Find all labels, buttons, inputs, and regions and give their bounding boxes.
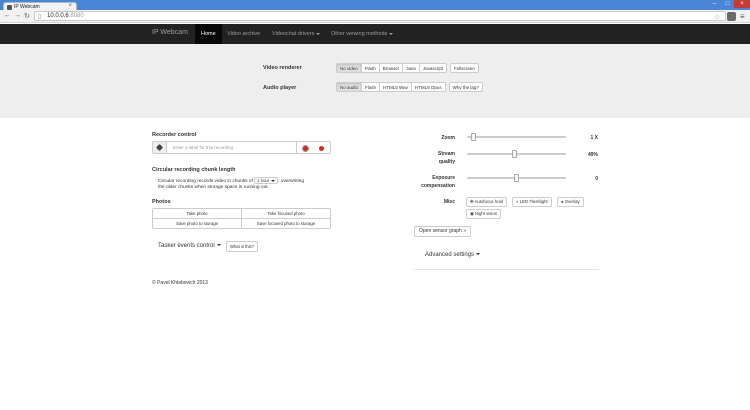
exposure-slider-handle[interactable] (514, 174, 519, 182)
recorder-control: Enter a label for this recording (152, 141, 331, 154)
exposure-label-1: Exposure (432, 175, 455, 181)
zoom-value: 1 X (590, 135, 598, 141)
renderer-panel (0, 44, 750, 118)
nav-other-viewing-methods[interactable]: Other viewing methods (331, 24, 394, 44)
tag-addon (152, 141, 167, 154)
stream-quality-slider-handle[interactable] (512, 150, 517, 158)
audio-option[interactable]: No audio (336, 82, 363, 92)
stream-quality-label-2: quality (438, 159, 455, 165)
record-button[interactable] (319, 146, 324, 151)
stream-quality-value: 49% (587, 152, 598, 158)
reload-icon[interactable]: ↻ (24, 12, 30, 20)
audio-player-group: No audio Flash HTML5 Wav HTML5 Opus Why … (336, 82, 483, 92)
photos-title: Photos (152, 199, 171, 205)
record-dot-icon (303, 146, 308, 151)
chunk-length-title: Circular recording chunk length (152, 167, 236, 173)
what-is-this-button[interactable]: What is this? (226, 241, 258, 252)
audio-option[interactable]: Flash (361, 82, 381, 92)
zoom-slider[interactable] (467, 136, 566, 138)
renderer-option[interactable]: Browser (378, 63, 404, 73)
chevron-down-icon (389, 32, 394, 35)
tab-close-icon[interactable]: × (68, 3, 72, 9)
browser-menu-icon[interactable]: ≡ (740, 12, 745, 21)
renderer-option[interactable]: No video (336, 63, 362, 73)
tag-icon (155, 143, 164, 152)
browser-titlebar (0, 0, 750, 10)
forward-icon[interactable]: → (14, 12, 21, 19)
chunk-length-select[interactable]: 1 hour (254, 177, 279, 184)
extension-icon[interactable] (727, 12, 736, 21)
audio-player-label: Audio player (263, 85, 297, 91)
advanced-settings-label: Advanced settings (425, 252, 475, 258)
bookmark-star-icon[interactable]: ☆ (714, 13, 720, 21)
renderer-option[interactable]: Java (402, 63, 420, 73)
audio-option[interactable]: HTML5 Wav (379, 82, 412, 92)
footer-copyright: © Pavel Khlebovich 2013 (152, 280, 208, 286)
video-renderer-group: No video Flash Browser Java Javascript F… (336, 63, 479, 73)
save-focused-photo-button[interactable]: Save focused photo to storage (241, 218, 331, 229)
zoom-label: Zoom (441, 135, 455, 141)
chunk-text-after: , overwriting (278, 178, 304, 184)
tasker-label-text: Tasker events control (158, 243, 215, 249)
address-text: 10.0.0.6:8080 (47, 13, 84, 19)
exposure-label-2: compensation (421, 183, 455, 189)
minimize-icon[interactable]: – (708, 0, 721, 8)
tasker-events-dropdown[interactable]: Tasker events control (158, 243, 221, 249)
close-window-icon[interactable]: × (734, 0, 750, 8)
autofocus-hold-button[interactable]: ✥ Autofocus hold (466, 197, 507, 207)
exposure-value: 0 (595, 176, 598, 182)
renderer-fullscreen-button[interactable]: Fullscreen (450, 63, 479, 73)
open-sensor-graph-button[interactable]: Open sensor graph » (414, 226, 471, 237)
address-bar[interactable]: ▯ 10.0.0.6:8080 (34, 11, 726, 21)
chunk-text-before: Circular recording records video in chun… (158, 178, 253, 184)
video-renderer-label: Video renderer (263, 65, 302, 71)
brand-title[interactable]: IP Webcam (152, 29, 188, 36)
maximize-icon[interactable]: □ (721, 0, 734, 8)
renderer-option[interactable]: Javascript (418, 63, 448, 73)
chunk-description-line2: the older chunks when storage space is r… (158, 185, 269, 190)
nav-home[interactable]: Home (195, 24, 222, 44)
recording-label-input[interactable]: Enter a label for this recording (166, 141, 297, 154)
misc-label: Misc (443, 199, 455, 205)
divider (414, 269, 599, 270)
chunk-length-value: 1 hour (257, 178, 270, 183)
why-lag-button[interactable]: Why the lag? (448, 82, 483, 92)
chunk-description-line1: Circular recording records video in chun… (158, 177, 304, 184)
chevron-down-icon (271, 179, 276, 182)
nav-videochat-drivers[interactable]: Videochat drivers (272, 24, 321, 44)
page-icon: ▯ (38, 14, 42, 20)
nav-video-archive[interactable]: Video archive (227, 24, 260, 44)
audio-option[interactable]: HTML5 Opus (410, 82, 446, 92)
stream-quality-label-1: Stream (438, 151, 455, 157)
chevron-down-icon (316, 32, 321, 35)
window-controls: – □ × (708, 0, 750, 8)
overlay-button[interactable]: ● Overlay (557, 197, 584, 207)
app-navbar: IP Webcam Home Video archive Videochat d… (0, 24, 750, 44)
advanced-settings-dropdown[interactable]: Advanced settings (425, 252, 481, 258)
night-vision-button[interactable]: ◉ Night vision (466, 209, 502, 219)
recorder-control-title: Recorder control (152, 132, 197, 138)
browser-toolbar: ← → ↻ ▯ 10.0.0.6:8080 (0, 10, 750, 23)
renderer-option[interactable]: Flash (360, 63, 380, 73)
led-flashlight-button[interactable]: ◐ LED Flashlight (512, 197, 552, 207)
record-buttons (296, 141, 331, 154)
chevron-down-icon (476, 253, 481, 256)
back-icon[interactable]: ← (4, 12, 11, 19)
zoom-slider-handle[interactable] (471, 133, 476, 141)
chevron-down-icon (216, 244, 221, 247)
save-photo-button[interactable]: Save photo to storage (152, 218, 242, 229)
